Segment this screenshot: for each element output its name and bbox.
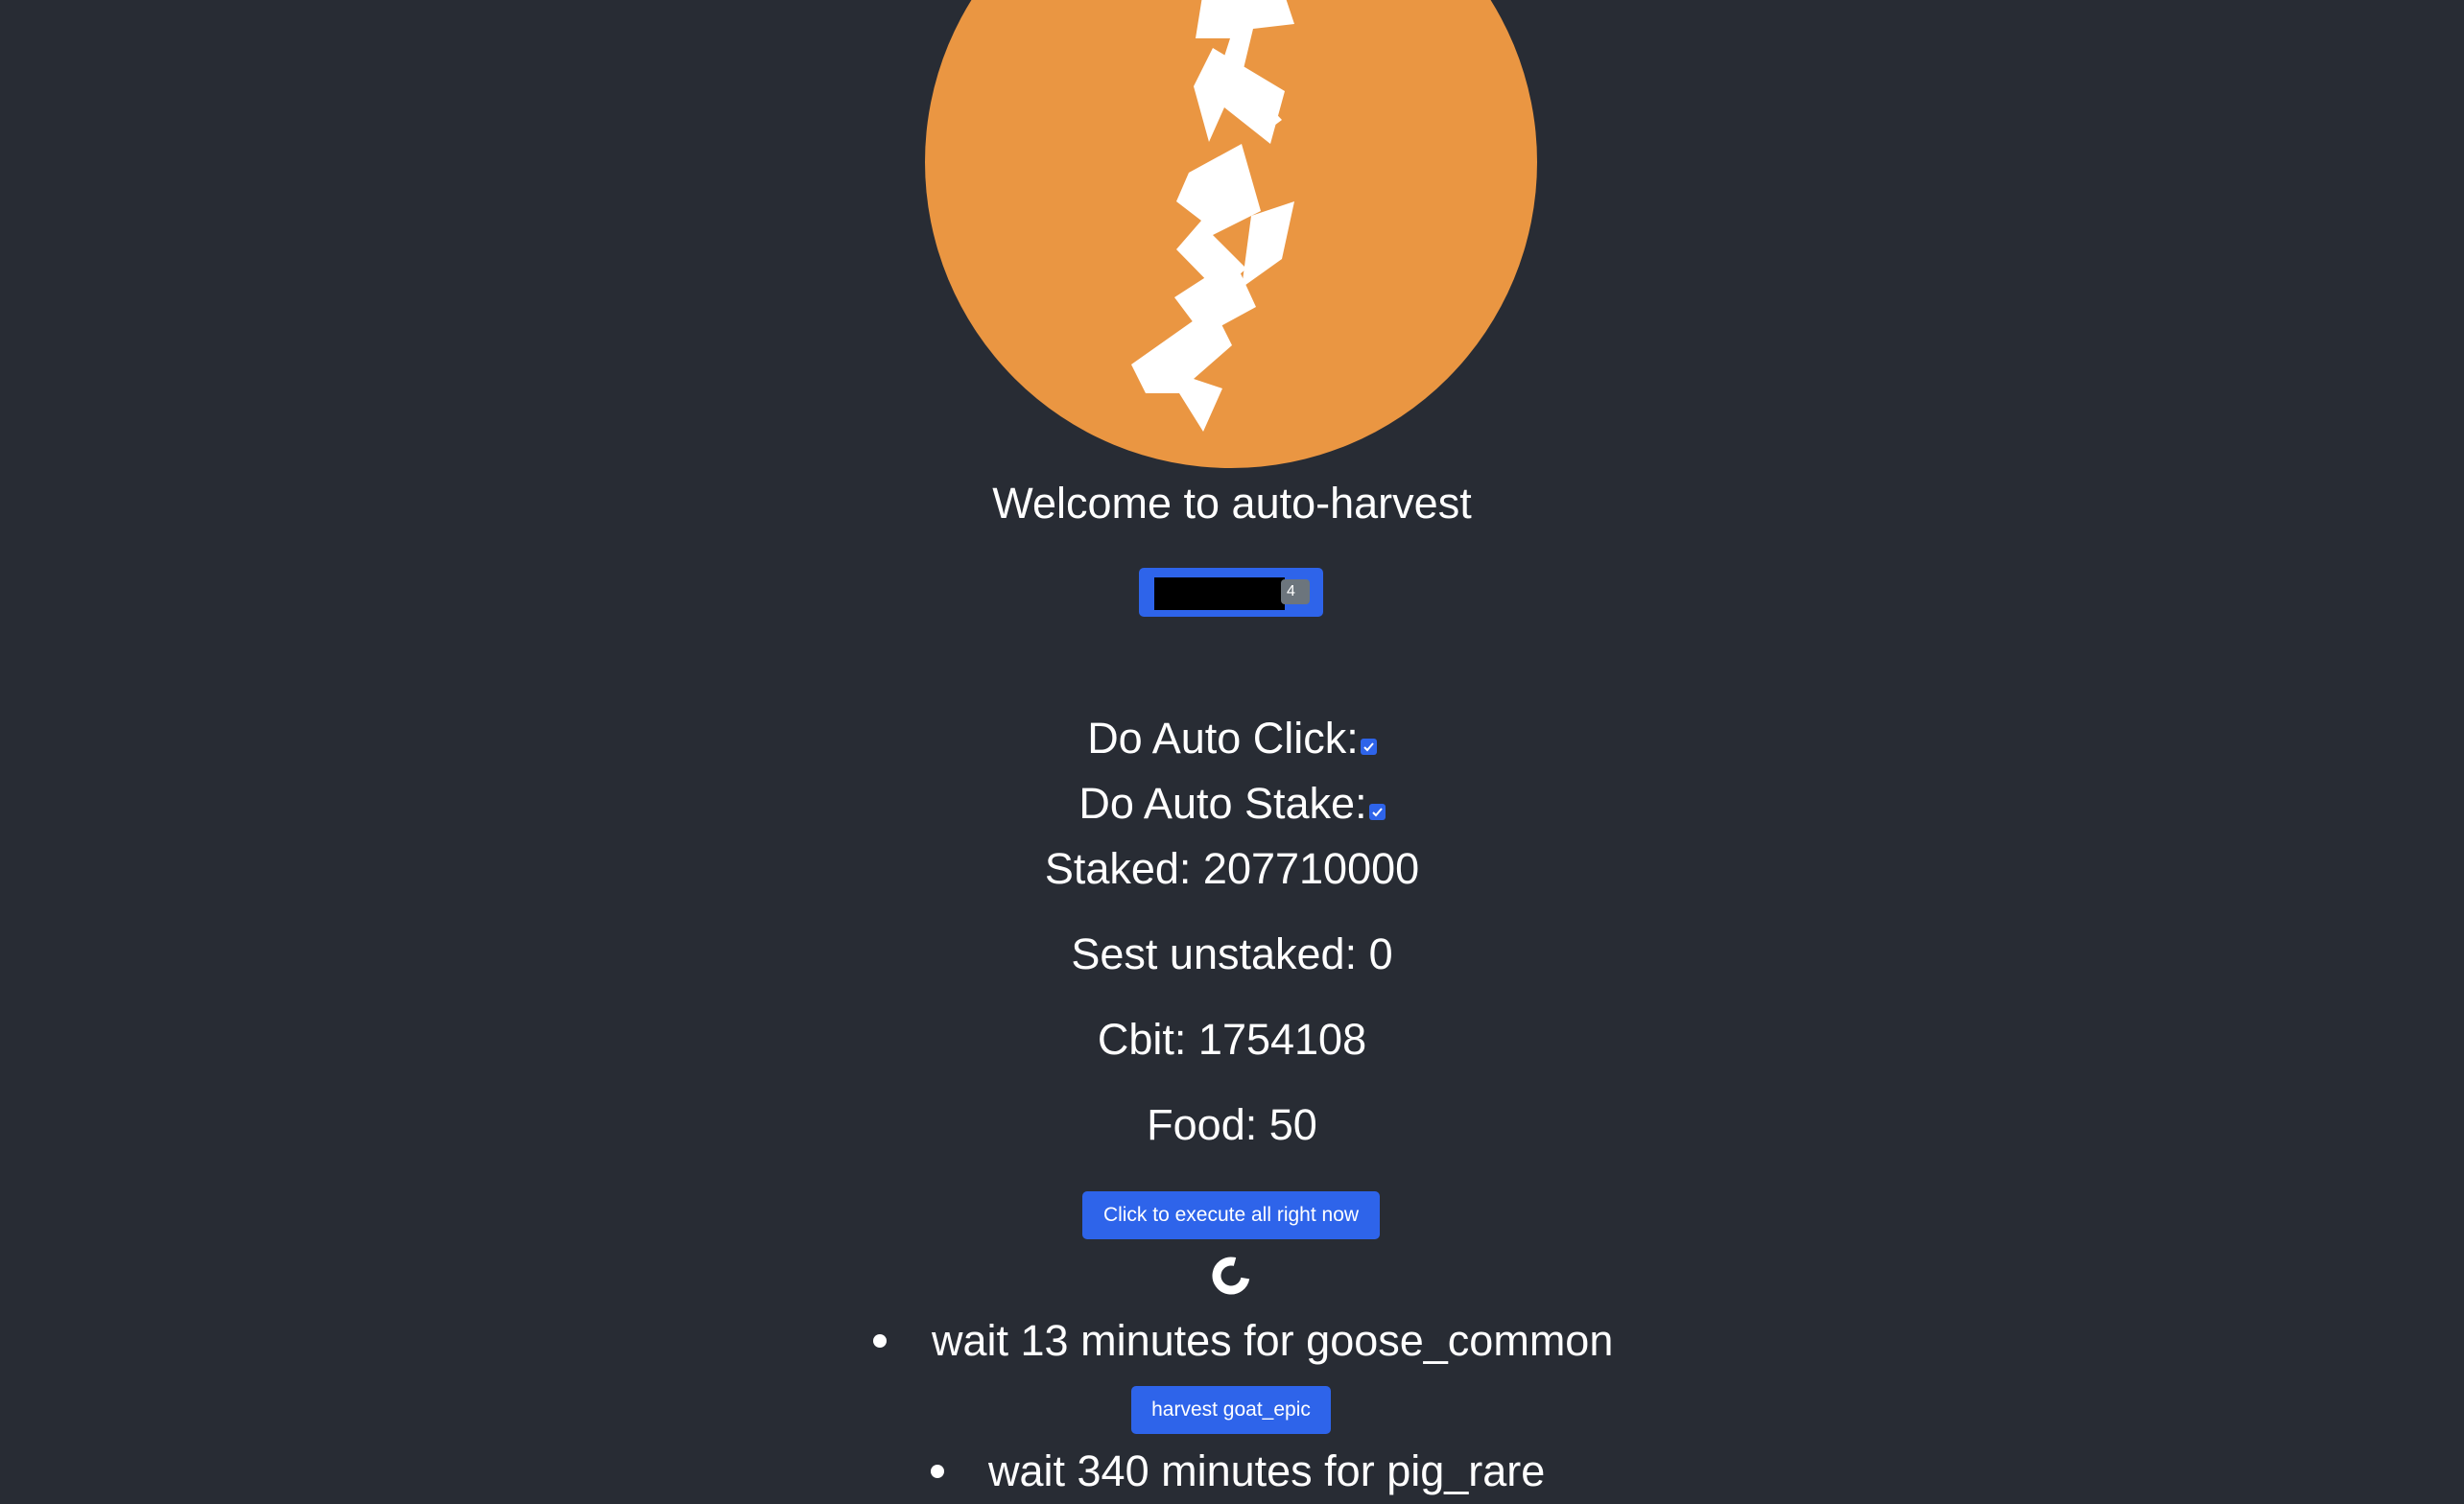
task-text: wait 340 minutes for pig_rare <box>988 1446 1546 1495</box>
welcome-title: Welcome to auto-harvest <box>992 479 1472 528</box>
spinner-icon <box>1212 1257 1250 1295</box>
account-badge: 4 <box>1281 579 1310 604</box>
checkmark-icon <box>1363 742 1374 752</box>
auto-stake-label: Do Auto Stake: <box>1078 779 1367 828</box>
harvest-button[interactable]: harvest goat_epic <box>1131 1386 1331 1434</box>
account-button[interactable]: 4 <box>1139 568 1323 617</box>
wax-logo-icon <box>1131 0 1294 432</box>
unstaked-value: Sest unstaked: 0 <box>1071 929 1393 978</box>
auto-stake-checkbox[interactable] <box>1368 804 1386 820</box>
cbit-value: Cbit: 1754108 <box>1097 1015 1367 1064</box>
bullet-icon <box>931 1465 944 1478</box>
auto-click-label: Do Auto Click: <box>1087 714 1359 763</box>
bullet-icon <box>873 1334 887 1348</box>
checkmark-icon <box>1371 808 1383 817</box>
wax-logo <box>925 0 1537 468</box>
food-value: Food: 50 <box>1147 1100 1317 1149</box>
app-root: Welcome to auto-harvest 4 Do Auto Click:… <box>0 0 2464 1504</box>
account-name-redacted <box>1154 577 1285 610</box>
staked-value: Staked: 207710000 <box>1044 844 1420 893</box>
auto-click-checkbox[interactable] <box>1360 739 1377 755</box>
task-text: wait 13 minutes for goose_common <box>932 1316 1614 1365</box>
execute-all-button[interactable]: Click to execute all right now <box>1082 1191 1380 1239</box>
auto-click-row: Do Auto Click: <box>0 711 2464 766</box>
auto-stake-row: Do Auto Stake: <box>0 776 2464 832</box>
